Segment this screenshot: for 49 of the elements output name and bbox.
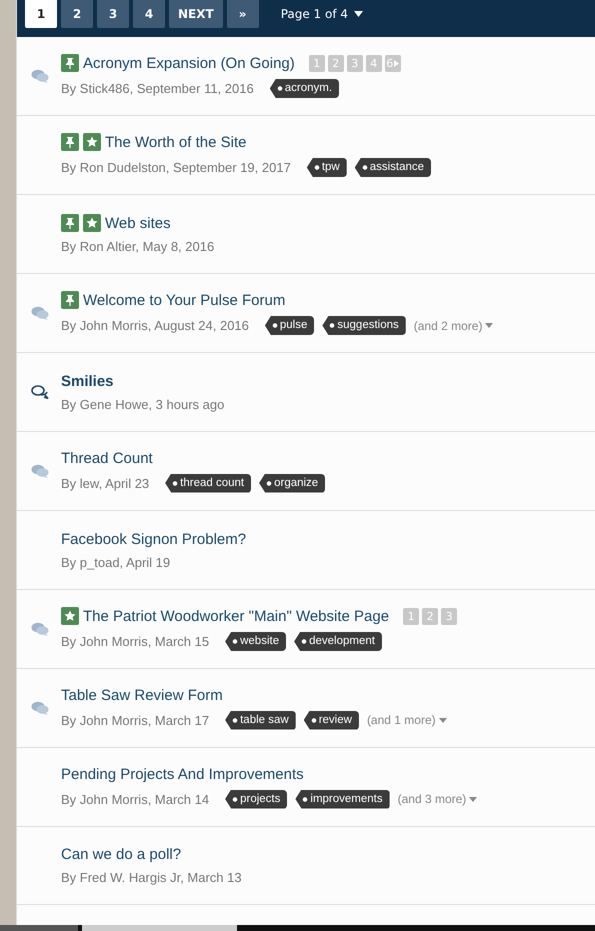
taskbar-button[interactable]: [0, 925, 78, 931]
topic-author-date: By Fred W. Hargis Jr, March 13: [61, 870, 242, 885]
tag-link[interactable]: assistance: [354, 158, 432, 177]
tag-link[interactable]: review: [304, 710, 359, 730]
tag-link[interactable]: projects: [225, 790, 288, 808]
topic-title-link[interactable]: The Worth of the Site: [105, 134, 246, 150]
topic-author-date: By John Morris, March 14: [61, 792, 210, 806]
caret-icon: [394, 60, 400, 66]
page-jump[interactable]: Page 1 of 4: [280, 0, 364, 28]
tag-link[interactable]: table saw: [225, 710, 296, 730]
topic-title-link[interactable]: Smilies: [61, 372, 114, 390]
topic-author-date: By lew, April 23: [61, 476, 150, 490]
topic-author-date: By Stick486, September 11, 2016: [61, 81, 254, 96]
topic-title-link[interactable]: Thread Count: [61, 450, 153, 466]
tag-link[interactable]: acronym.: [270, 79, 340, 98]
taskbar-button[interactable]: [82, 925, 237, 931]
topic-title-link[interactable]: Web sites: [105, 214, 171, 232]
tag-link[interactable]: improvements: [295, 790, 390, 808]
topic-author-date: By Gene Howe, 3 hours ago: [61, 396, 224, 412]
topic-title-link[interactable]: The Patriot Woodworker "Main" Website Page: [83, 608, 390, 624]
next-button[interactable]: NEXT: [169, 0, 223, 28]
page-button[interactable]: 2: [61, 0, 93, 28]
topic-author-date: By John Morris, August 24, 2016: [61, 318, 249, 333]
tag-link[interactable]: development: [294, 632, 382, 651]
topic-author-date: By Ron Dudelston, September 19, 2017: [61, 160, 291, 175]
page-button[interactable]: 1: [25, 0, 57, 28]
caret-icon: [469, 796, 478, 802]
tag-link[interactable]: organize: [259, 474, 326, 492]
topic-title-link[interactable]: Can we do a poll?: [61, 846, 182, 863]
topic-title-link[interactable]: Acronym Expansion (On Going): [83, 54, 295, 72]
topic-title-link[interactable]: Welcome to Your Pulse Forum: [83, 292, 286, 308]
tag-link[interactable]: suggestions: [322, 316, 406, 335]
tag-link[interactable]: pulse: [264, 316, 314, 335]
tag-link[interactable]: tpw: [306, 158, 347, 177]
topic-author-date: By Ron Altier, May 8, 2016: [61, 239, 214, 254]
last-page-button[interactable]: »: [226, 0, 259, 28]
tag-link[interactable]: website: [225, 632, 286, 651]
topic-author-date: By John Morris, March 15: [61, 634, 210, 649]
topic-author-date: By John Morris, March 17: [61, 712, 210, 728]
topic-title-link[interactable]: Table Saw Review Form: [61, 686, 223, 704]
page-button[interactable]: 4: [133, 0, 165, 28]
topic-author-date: By p_toad, April 19: [61, 554, 170, 570]
tag-link[interactable]: thread count: [165, 474, 252, 492]
topic-title-link[interactable]: Facebook Signon Problem?: [61, 530, 246, 548]
topic-title-link[interactable]: Pending Projects And Improvements: [61, 766, 304, 782]
page-button[interactable]: 3: [97, 0, 129, 28]
caret-icon: [354, 11, 364, 17]
caret-icon: [485, 323, 494, 328]
caret-icon: [438, 718, 447, 722]
